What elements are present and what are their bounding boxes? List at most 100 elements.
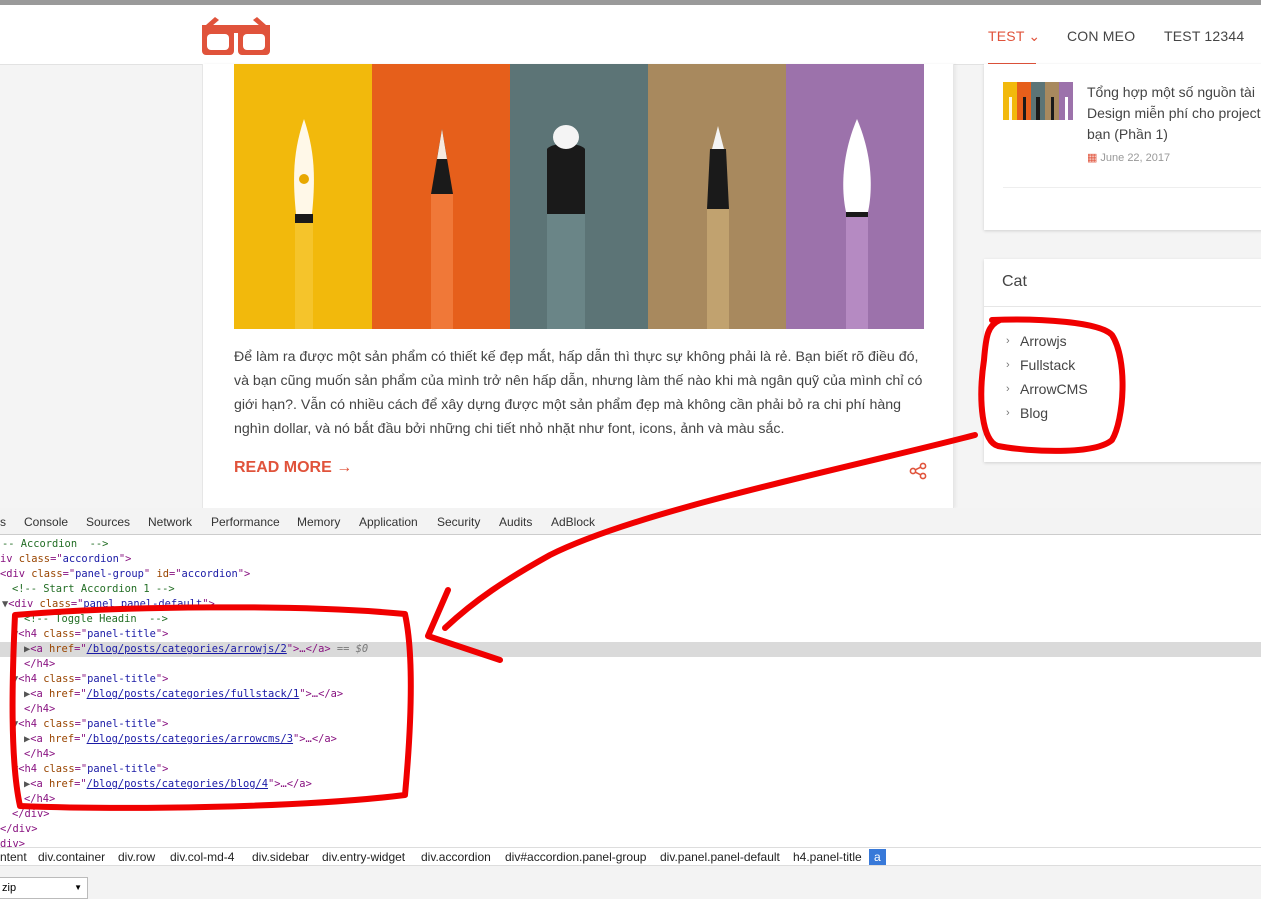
- widget-divider: [984, 306, 1261, 307]
- devtools-panel: s Console Sources Network Performance Me…: [0, 508, 1261, 899]
- code-token: </a>: [318, 688, 344, 700]
- code-token: class: [43, 763, 75, 775]
- navbar: TEST ⌄ CON MEO TEST 12344: [0, 5, 1261, 65]
- tab-performance[interactable]: Performance: [211, 515, 280, 529]
- recent-post-thumbnail[interactable]: [1003, 82, 1073, 120]
- code-token: div>: [0, 838, 26, 847]
- code-token: <a: [30, 778, 50, 790]
- read-more-link[interactable]: READ MORE →: [234, 459, 352, 477]
- breadcrumb-item[interactable]: div.panel.panel-default: [660, 850, 780, 864]
- nav-item-label: TEST: [988, 28, 1025, 44]
- tab-sources[interactable]: Sources: [86, 515, 130, 529]
- code-link[interactable]: /blog/posts/categories/blog/4: [87, 778, 268, 790]
- code-token: <h4: [18, 628, 44, 640]
- dom-node-a-selected[interactable]: ▶<a href="/blog/posts/categories/arrowjs…: [0, 642, 1261, 657]
- code-token: class: [18, 553, 51, 565]
- dom-node-a[interactable]: ▶<a href="/blog/posts/categories/arrowcm…: [24, 732, 337, 747]
- code-token: </h4>: [24, 703, 56, 715]
- code-token: </h4>: [24, 793, 56, 805]
- dom-node-h4-close[interactable]: </h4>: [24, 792, 55, 807]
- code-token: href: [49, 733, 75, 745]
- nav-item-test-12344[interactable]: TEST 12344: [1164, 28, 1244, 44]
- dom-node-a[interactable]: ▶<a href="/blog/posts/categories/blog/4"…: [24, 777, 312, 792]
- dom-node-h4[interactable]: ▼<h4 class="panel-title">: [12, 672, 168, 687]
- tab-console[interactable]: Console: [24, 515, 68, 529]
- code-token: </div>: [12, 808, 50, 820]
- code-link[interactable]: /blog/posts/categories/fullstack/1: [87, 688, 300, 700]
- dom-node-h4-close[interactable]: </h4>: [24, 657, 55, 672]
- dropdown-arrow-icon: ▼: [74, 883, 82, 892]
- calendar-icon: ▦: [1087, 152, 1098, 164]
- code-link[interactable]: /blog/posts/categories/arrowjs/2: [87, 643, 287, 655]
- code-token: </h4>: [24, 748, 56, 760]
- dom-node-a[interactable]: ▶<a href="/blog/posts/categories/fullsta…: [24, 687, 343, 702]
- category-label: Fullstack: [1020, 357, 1076, 373]
- code-token: <!-- Start Accordion 1 -->: [12, 583, 175, 595]
- category-item-fullstack[interactable]: › Fullstack: [1006, 353, 1088, 377]
- dom-node-h4[interactable]: ▼<h4 class="panel-title">: [12, 717, 168, 732]
- code-token: class: [43, 718, 75, 730]
- code-token: class: [43, 628, 75, 640]
- breadcrumb-item[interactable]: div.sidebar: [252, 850, 309, 864]
- dom-node-div-close[interactable]: </div>: [0, 822, 38, 837]
- category-item-blog[interactable]: › Blog: [1006, 401, 1088, 425]
- dom-node-div[interactable]: iv class="accordion">: [0, 552, 131, 567]
- category-list: › Arrowjs › Fullstack › ArrowCMS › Blog: [1006, 329, 1088, 425]
- chevron-right-icon: ›: [1006, 383, 1010, 395]
- dom-node-comment[interactable]: <!-- Toggle Headin -->: [24, 612, 168, 627]
- recent-post-date: ▦ June 22, 2017: [1087, 151, 1170, 164]
- breadcrumb-item[interactable]: div.container: [38, 850, 105, 864]
- tab-adblock[interactable]: AdBlock: [551, 515, 595, 529]
- tab-memory[interactable]: Memory: [297, 515, 340, 529]
- category-label: Arrowjs: [1020, 333, 1067, 349]
- dom-node-div-close[interactable]: div>: [0, 837, 25, 847]
- dom-node-div-close[interactable]: </div>: [12, 807, 50, 822]
- pens-hero-image[interactable]: [234, 64, 924, 329]
- code-token: panel-title: [87, 718, 156, 730]
- breadcrumb-item[interactable]: div.col-md-4: [170, 850, 234, 864]
- breadcrumb-item[interactable]: div.row: [118, 850, 155, 864]
- code-token: <h4: [18, 673, 44, 685]
- dom-node-h4-close[interactable]: </h4>: [24, 702, 55, 717]
- category-widget: Cat › Arrowjs › Fullstack › ArrowCMS › Blog: [984, 259, 1261, 462]
- code-token: <a: [30, 688, 50, 700]
- code-token: <!-- Toggle Headin -->: [24, 613, 168, 625]
- dom-node-h4[interactable]: ▼<h4 class="panel-title">: [12, 762, 168, 777]
- tab-audits[interactable]: Audits: [499, 515, 532, 529]
- breadcrumb-item[interactable]: div#accordion.panel-group: [505, 850, 646, 864]
- dom-node-h4[interactable]: ▼<h4 class="panel-title">: [12, 627, 168, 642]
- tab-application[interactable]: Application: [359, 515, 418, 529]
- breadcrumb-item-selected[interactable]: a: [869, 849, 886, 865]
- code-token: </a>: [311, 733, 337, 745]
- code-token: href: [49, 643, 75, 655]
- nav-item-con-meo[interactable]: CON MEO: [1067, 28, 1135, 44]
- breadcrumb-item[interactable]: ntent: [0, 850, 27, 864]
- category-item-arrowcms[interactable]: › ArrowCMS: [1006, 377, 1088, 401]
- breadcrumb-item[interactable]: h4.panel-title: [793, 850, 862, 864]
- code-token: </a>: [305, 643, 331, 655]
- context-select[interactable]: zip ▼: [0, 877, 88, 899]
- dom-node-div[interactable]: ▼<div class="panel panel-default">: [2, 597, 215, 612]
- tab-elements[interactable]: s: [0, 515, 6, 529]
- category-item-arrowjs[interactable]: › Arrowjs: [1006, 329, 1088, 353]
- breadcrumb-item[interactable]: div.entry-widget: [322, 850, 405, 864]
- widget-divider: [1003, 187, 1261, 188]
- dom-node-div[interactable]: <div class="panel-group" id="accordion">: [0, 567, 250, 582]
- dom-node-h4-close[interactable]: </h4>: [24, 747, 55, 762]
- nav-item-test[interactable]: TEST ⌄: [988, 28, 1040, 45]
- share-icon[interactable]: [909, 462, 927, 480]
- recent-post-title[interactable]: Tổng hợp một số nguồn tài Design miễn ph…: [1087, 82, 1261, 145]
- glasses-logo-icon[interactable]: [200, 17, 272, 57]
- code-token: <h4: [18, 718, 44, 730]
- dom-tree: -- Accordion --> iv class="accordion"> <…: [0, 536, 1261, 847]
- code-token: id: [156, 568, 169, 580]
- dom-node-comment[interactable]: <!-- Start Accordion 1 -->: [12, 582, 175, 597]
- chevron-down-icon: ⌄: [1028, 28, 1041, 44]
- tab-network[interactable]: Network: [148, 515, 192, 529]
- code-token: </a>: [286, 778, 312, 790]
- breadcrumb-item[interactable]: div.accordion: [421, 850, 491, 864]
- code-link[interactable]: /blog/posts/categories/arrowcms/3: [87, 733, 293, 745]
- dom-node-comment[interactable]: -- Accordion -->: [2, 537, 108, 552]
- code-token: panel-group: [75, 568, 144, 580]
- tab-security[interactable]: Security: [437, 515, 480, 529]
